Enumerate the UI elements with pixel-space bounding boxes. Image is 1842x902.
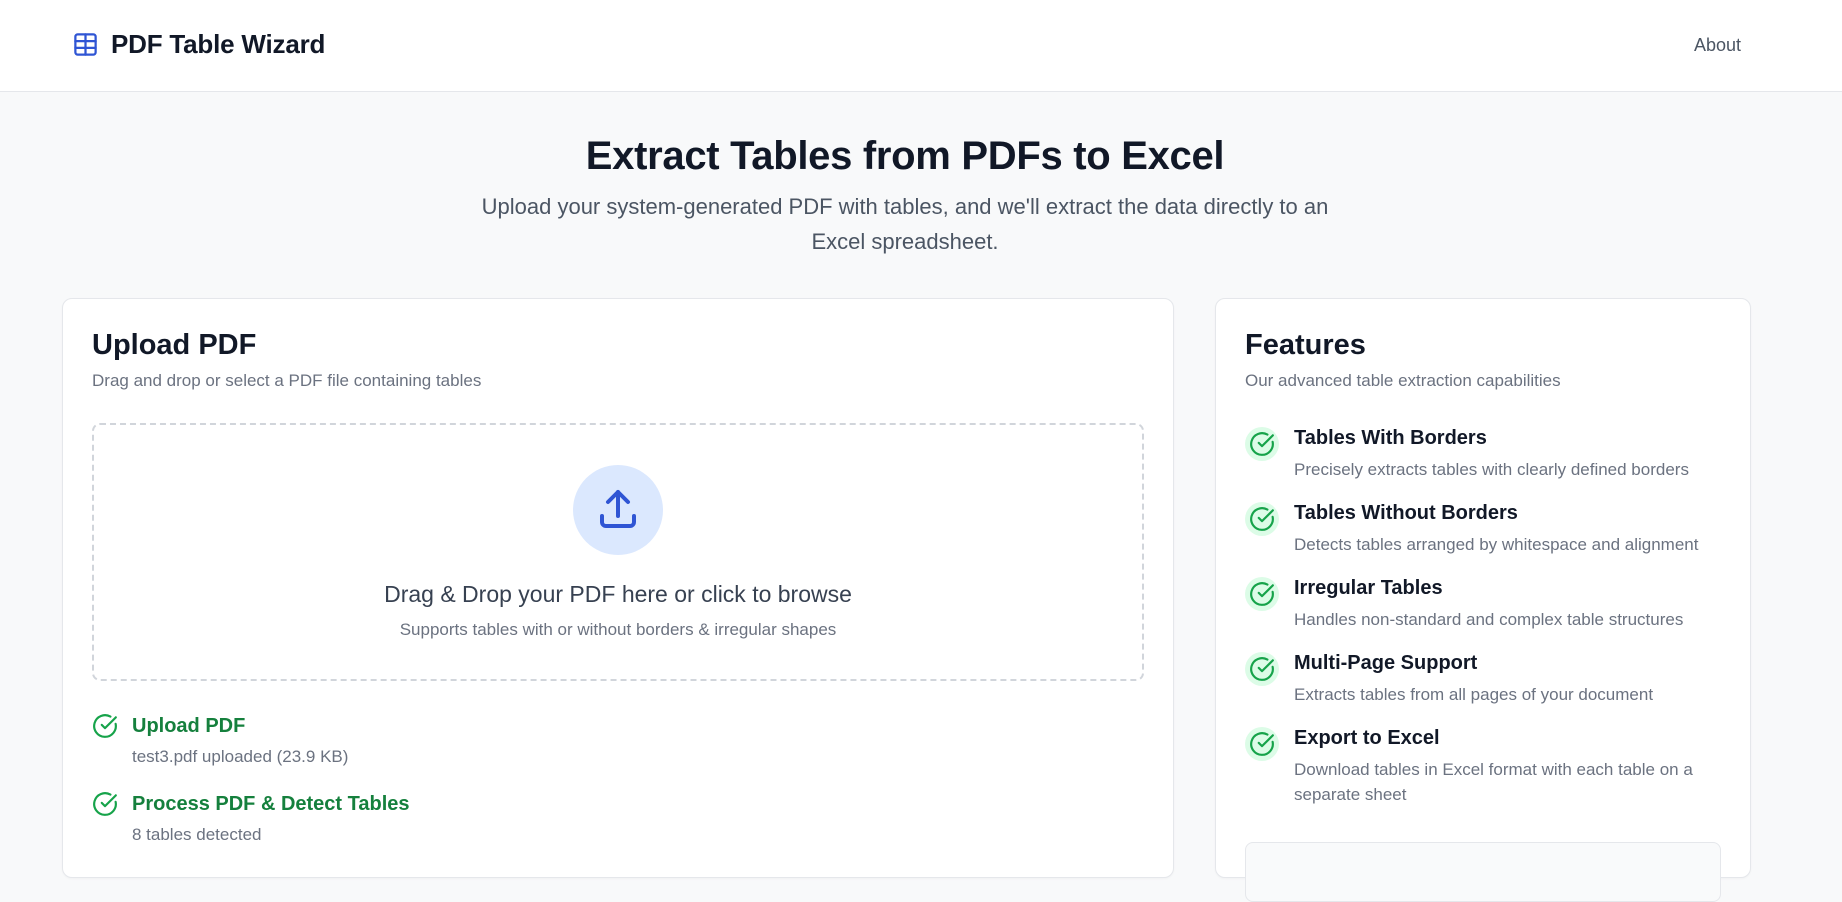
- upload-card-description: Drag and drop or select a PDF file conta…: [92, 371, 482, 390]
- feature-description: Precisely extracts tables with clearly d…: [1294, 460, 1689, 479]
- step-title: Process PDF & Detect Tables: [132, 793, 410, 815]
- features-card-description: Our advanced table extraction capabiliti…: [1245, 371, 1561, 390]
- feature-title: Irregular Tables: [1294, 577, 1443, 599]
- check-circle-icon: [1245, 502, 1279, 536]
- check-circle-icon: [1245, 577, 1279, 611]
- feature-description: Detects tables arranged by whitespace an…: [1294, 535, 1699, 554]
- feature-description: Handles non-standard and complex table s…: [1294, 610, 1684, 629]
- page-title: Extract Tables from PDFs to Excel: [585, 134, 1225, 178]
- features-footer-panel: [1245, 842, 1721, 902]
- feature-description: Extracts tables from all pages of your d…: [1294, 685, 1654, 704]
- upload-card-title: Upload PDF: [92, 329, 257, 361]
- feature-description: Download tables in Excel format with eac…: [1294, 760, 1693, 804]
- dropzone-subtitle: Supports tables with or without borders …: [399, 620, 837, 639]
- step-detail: 8 tables detected: [132, 825, 262, 844]
- nav-about-link[interactable]: About: [1694, 35, 1741, 56]
- upload-icon: [594, 486, 642, 534]
- upload-icon-circle: [573, 465, 663, 555]
- features-card: Features Our advanced table extraction c…: [1215, 298, 1751, 902]
- feature-title: Tables With Borders: [1294, 427, 1487, 449]
- check-circle-icon: [92, 791, 118, 817]
- feature-title: Multi-Page Support: [1294, 652, 1478, 674]
- upload-card: Upload PDF Drag and drop or select a PDF…: [62, 298, 1174, 878]
- feature-title: Export to Excel: [1294, 727, 1440, 749]
- feature-title: Tables Without Borders: [1294, 502, 1518, 524]
- app-title: PDF Table Wizard: [111, 29, 326, 59]
- brand[interactable]: PDF Table Wizard: [72, 29, 325, 60]
- check-circle-icon: [1245, 652, 1279, 686]
- check-circle-icon: [1245, 427, 1279, 461]
- step-title: Upload PDF: [132, 715, 246, 737]
- step-detail: test3.pdf uploaded (23.9 KB): [132, 747, 349, 766]
- features-card-title: Features: [1245, 329, 1366, 361]
- pdf-dropzone[interactable]: Drag & Drop your PDF here or click to br…: [92, 423, 1144, 681]
- page-subtitle: Upload your system-generated PDF with ta…: [481, 194, 1329, 254]
- check-circle-icon: [1245, 727, 1279, 761]
- dropzone-title: Drag & Drop your PDF here or click to br…: [384, 581, 852, 607]
- top-navbar: PDF Table Wizard About: [0, 0, 1842, 92]
- check-circle-icon: [92, 713, 118, 739]
- table-icon: [72, 31, 99, 58]
